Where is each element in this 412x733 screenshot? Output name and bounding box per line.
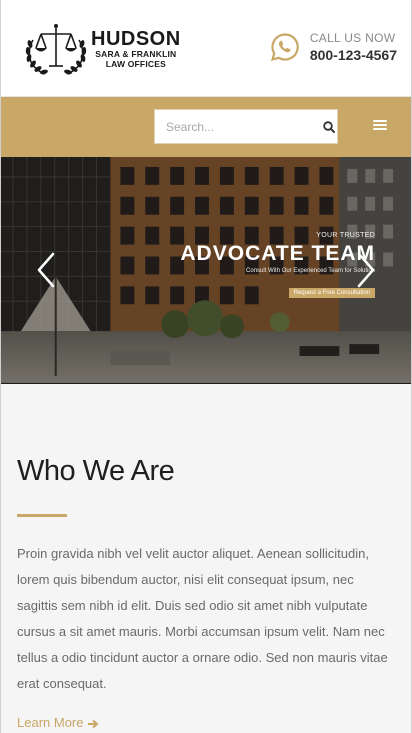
- hero-title: ADVOCATE TEAM: [180, 242, 375, 265]
- learn-more-label: Learn More: [17, 715, 84, 730]
- search-box: [154, 109, 338, 144]
- scales-of-justice-logo-icon: [25, 24, 87, 75]
- menu-line: [373, 120, 387, 122]
- menu-line: [373, 128, 387, 130]
- search-button[interactable]: [321, 110, 337, 143]
- hero-caption: YOUR TRUSTED ADVOCATE TEAM Consult With …: [180, 231, 375, 299]
- section-title: Who We Are: [17, 455, 175, 487]
- logo-name: HUDSON: [91, 28, 181, 50]
- hamburger-menu-icon[interactable]: [373, 118, 387, 132]
- search-input[interactable]: [155, 110, 321, 143]
- whatsapp-icon: [270, 33, 299, 62]
- menu-line: [373, 124, 387, 126]
- consultation-button[interactable]: Request a Free Consultation: [288, 288, 375, 298]
- about-body-text: Proin gravida nibh vel velit auctor aliq…: [17, 546, 388, 691]
- about-section: Who We Are Proin gravida nibh vel velit …: [1, 384, 411, 732]
- title-underline: [17, 514, 67, 517]
- hero-eyebrow: YOUR TRUSTED: [316, 232, 375, 239]
- logo-text: HUDSON SARA & FRANKLIN LAW OFFICES: [91, 29, 181, 69]
- page: HUDSON SARA & FRANKLIN LAW OFFICES CALL …: [0, 0, 412, 733]
- search-bar-strip: [1, 97, 411, 157]
- logo-subtitle-line2: LAW OFFICES: [105, 59, 166, 69]
- chevron-right-icon[interactable]: [355, 252, 377, 288]
- chevron-left-icon[interactable]: [35, 252, 57, 288]
- hero-slider: YOUR TRUSTED ADVOCATE TEAM Consult With …: [1, 157, 411, 384]
- hero-subtitle: Consult With Our Experienced Team for So…: [246, 268, 375, 274]
- site-logo[interactable]: HUDSON SARA & FRANKLIN LAW OFFICES: [21, 20, 191, 78]
- call-label: CALL US NOW: [309, 31, 396, 45]
- logo-subtitle-line1: SARA & FRANKLIN: [95, 49, 177, 59]
- phone-number[interactable]: 800-123-4567: [310, 46, 397, 64]
- call-text: CALL US NOW 800-123-4567: [310, 30, 397, 64]
- search-icon: [323, 120, 335, 133]
- call-us-block[interactable]: CALL US NOW 800-123-4567: [270, 30, 397, 64]
- arrow-right-icon: [88, 719, 99, 728]
- learn-more-link[interactable]: Learn More: [17, 715, 99, 730]
- site-header: HUDSON SARA & FRANKLIN LAW OFFICES CALL …: [1, 0, 411, 97]
